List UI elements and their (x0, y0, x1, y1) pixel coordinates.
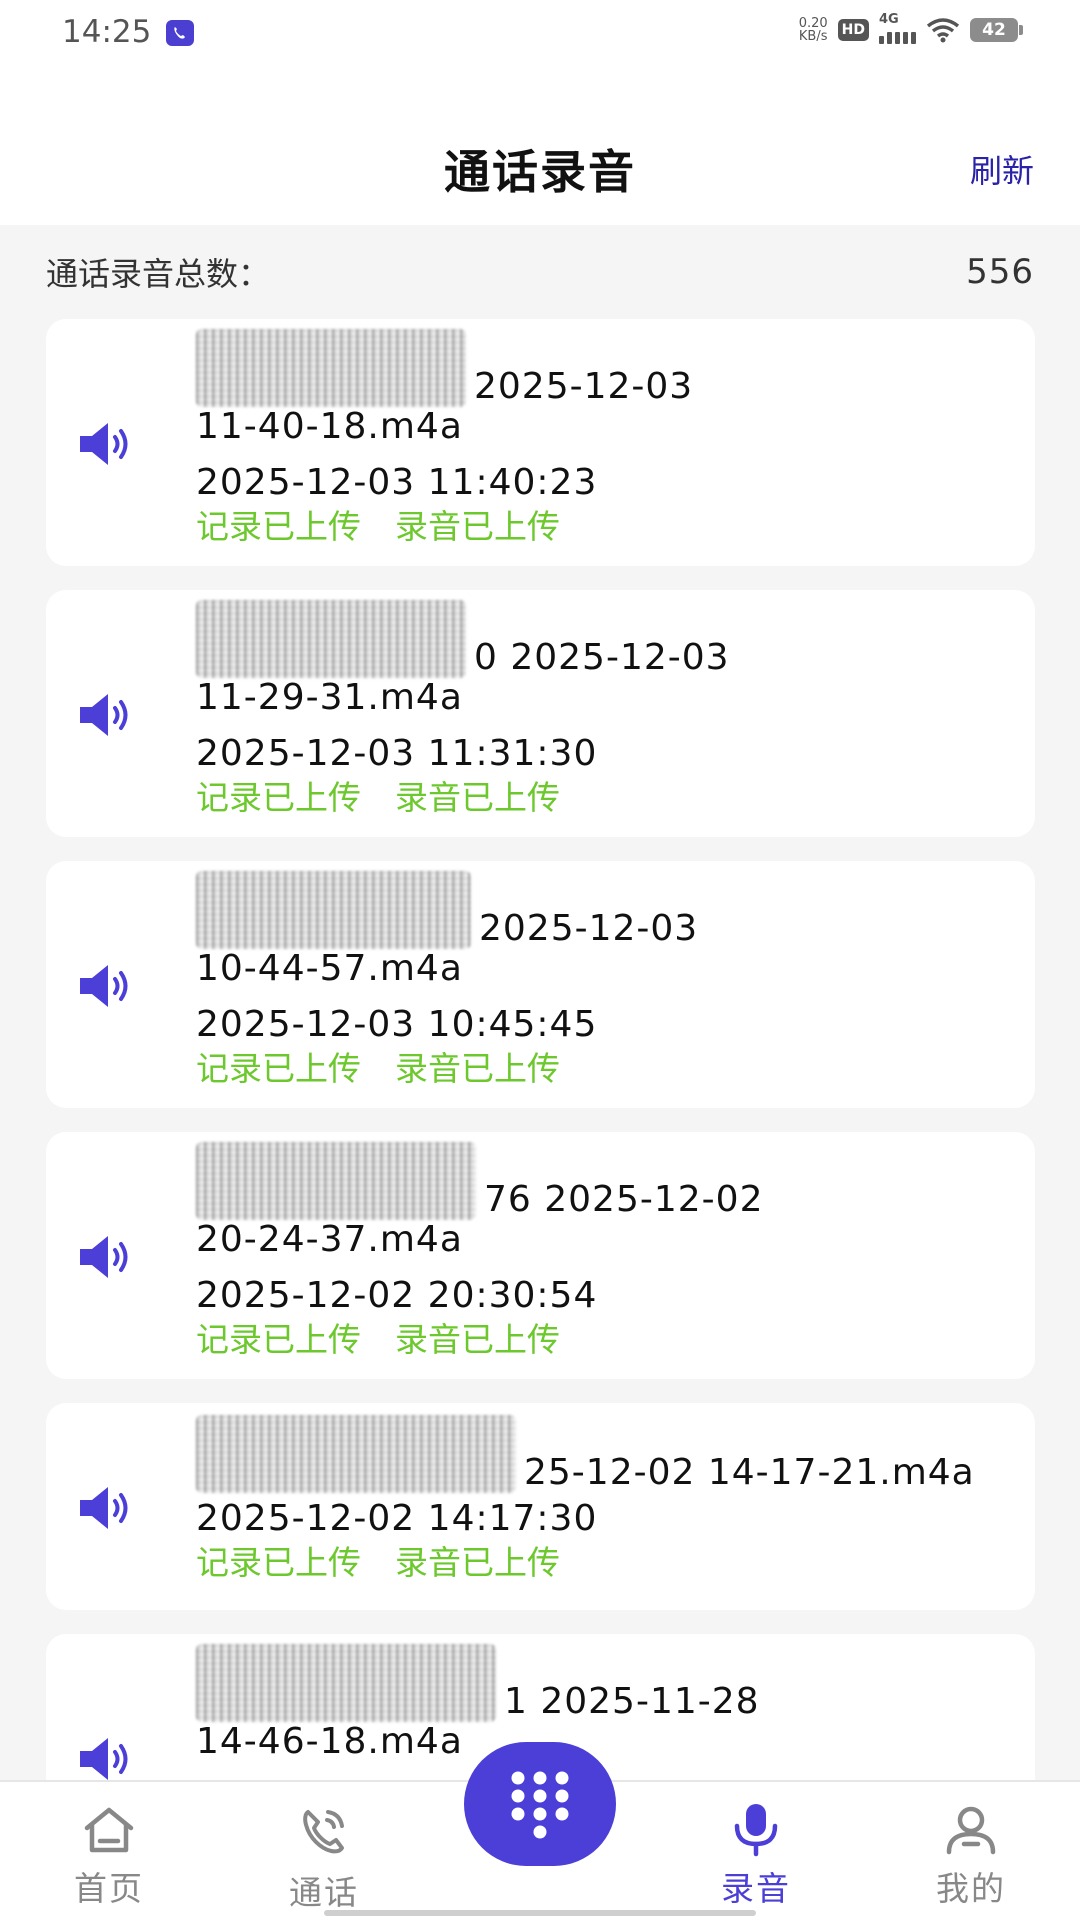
status-bar: 14:25 0.20 KB/s HD 4G 42 (0, 0, 1080, 70)
upload-status: 记录已上传 录音已上传 (196, 1049, 1005, 1089)
recording-file-name: 2025-12-03 11-40-18.m4a (196, 329, 1005, 447)
call-app-notification-icon (166, 20, 194, 46)
record-upload-status: 记录已上传 (196, 1049, 361, 1088)
redacted-phone-number (196, 1415, 516, 1493)
nav-home-label: 首页 (74, 1869, 144, 1908)
audio-upload-status: 录音已上传 (395, 1049, 560, 1088)
recording-file-name: 76 2025-12-02 20-24-37.m4a (196, 1142, 1005, 1260)
total-label: 通话录音总数： (46, 255, 271, 293)
microphone-icon (734, 1804, 778, 1857)
home-indicator (324, 1910, 756, 1916)
redacted-phone-number (196, 1142, 476, 1220)
recording-time: 2025-12-03 11:40:23 (196, 462, 598, 503)
upload-status: 记录已上传 录音已上传 (196, 778, 1005, 818)
recording-list[interactable]: 2025-12-03 11-40-18.m4a 2025-12-03 11:40… (46, 319, 1035, 1905)
refresh-button[interactable]: 刷新 (970, 146, 1034, 192)
recording-time: 2025-12-02 14:17:30 (196, 1498, 598, 1539)
nav-calls[interactable]: 通话 (244, 1782, 404, 1920)
recording-file-name: 25-12-02 14-17-21.m4a (196, 1415, 1005, 1493)
app-screen: 14:25 0.20 KB/s HD 4G 42 通话录音 刷新 通话录音总数：… (0, 0, 1080, 1920)
audio-upload-status: 录音已上传 (395, 778, 560, 817)
recording-card[interactable]: 76 2025-12-02 20-24-37.m4a 2025-12-02 20… (46, 1132, 1035, 1379)
record-upload-status: 记录已上传 (196, 1543, 361, 1582)
nav-recordings-label: 录音 (721, 1869, 791, 1908)
recording-card[interactable]: 25-12-02 14-17-21.m4a 2025-12-02 14:17:3… (46, 1403, 1035, 1610)
battery-icon: 42 (970, 18, 1023, 42)
redacted-phone-number (196, 871, 471, 949)
audio-upload-status: 录音已上传 (395, 1543, 560, 1582)
speaker-icon[interactable] (76, 690, 136, 740)
total-count: 556 (966, 252, 1034, 292)
speaker-icon[interactable] (76, 1483, 136, 1533)
nav-mine[interactable]: 我的 (891, 1782, 1051, 1920)
hd-icon: HD (837, 19, 869, 41)
recording-time: 2025-12-03 11:31:30 (196, 733, 598, 774)
redacted-phone-number (196, 329, 466, 407)
speaker-icon[interactable] (76, 1734, 136, 1784)
audio-upload-status: 录音已上传 (395, 507, 560, 546)
wifi-icon (926, 18, 960, 43)
speaker-icon[interactable] (76, 419, 136, 469)
redacted-phone-number (196, 600, 466, 678)
recording-file-name: 2025-12-03 10-44-57.m4a (196, 871, 1005, 989)
recording-card[interactable]: 2025-12-03 10-44-57.m4a 2025-12-03 10:45… (46, 861, 1035, 1108)
nav-recordings[interactable]: 录音 (676, 1782, 836, 1920)
speaker-icon[interactable] (76, 961, 136, 1011)
upload-status: 记录已上传 录音已上传 (196, 507, 1005, 547)
user-icon (946, 1806, 996, 1855)
home-icon (84, 1807, 134, 1853)
redacted-phone-number (196, 1644, 496, 1722)
recording-card[interactable]: 0 2025-12-03 11-29-31.m4a 2025-12-03 11:… (46, 590, 1035, 837)
audio-upload-status: 录音已上传 (395, 1320, 560, 1359)
dialpad-button[interactable] (464, 1742, 616, 1866)
app-header: 通话录音 刷新 (0, 70, 1080, 225)
upload-status: 记录已上传 录音已上传 (196, 1543, 1005, 1583)
recording-time: 2025-12-02 20:30:54 (196, 1275, 598, 1316)
record-upload-status: 记录已上传 (196, 507, 361, 546)
nav-home[interactable]: 首页 (29, 1782, 189, 1920)
page-title: 通话录音 (444, 145, 636, 199)
status-icons: 0.20 KB/s HD 4G 42 (798, 12, 1023, 44)
recording-total-row: 通话录音总数： 556 (46, 250, 1034, 294)
recording-time: 2025-12-03 10:45:45 (196, 1004, 598, 1045)
upload-status: 记录已上传 录音已上传 (196, 1320, 1005, 1360)
record-upload-status: 记录已上传 (196, 778, 361, 817)
recording-file-name: 0 2025-12-03 11-29-31.m4a (196, 600, 1005, 718)
recording-card[interactable]: 2025-12-03 11-40-18.m4a 2025-12-03 11:40… (46, 319, 1035, 566)
dialpad-icon (511, 1771, 569, 1839)
recording-file-name: 1 2025-11-28 14-46-18.m4a (196, 1644, 1005, 1762)
nav-calls-label: 通话 (289, 1873, 359, 1912)
nav-mine-label: 我的 (936, 1869, 1006, 1908)
record-upload-status: 记录已上传 (196, 1320, 361, 1359)
status-time: 14:25 (62, 14, 152, 50)
cellular-signal-icon: 4G (879, 12, 916, 44)
phone-call-icon (303, 1810, 344, 1854)
network-speed: 0.20 KB/s (798, 16, 828, 44)
speaker-icon[interactable] (76, 1232, 136, 1282)
